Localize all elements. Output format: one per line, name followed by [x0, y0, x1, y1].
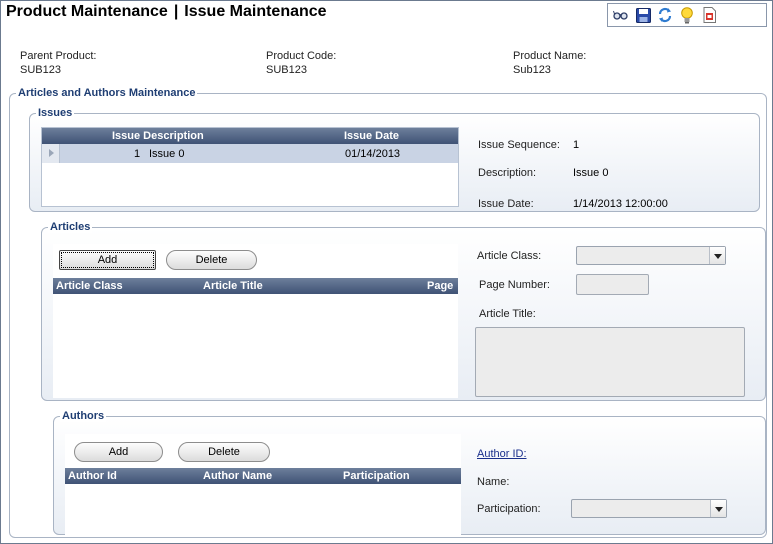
articles-authors-group-title: Articles and Authors Maintenance [16, 87, 198, 99]
col-author-name[interactable]: Author Name [203, 470, 272, 482]
add-author-button[interactable]: Add [74, 442, 163, 462]
save-icon[interactable] [634, 6, 652, 24]
articles-group-title: Articles [48, 221, 93, 233]
issue-description-value: Issue 0 [573, 167, 609, 179]
issues-group-title: Issues [36, 107, 75, 119]
product-name-value: Sub123 [513, 64, 551, 76]
articles-grid-header: Article Class Article Title Page [53, 278, 458, 294]
col-participation[interactable]: Participation [343, 470, 410, 482]
product-name-field: Product Name: Sub123 [513, 50, 586, 76]
issue-row-date: 01/14/2013 [345, 148, 401, 160]
issue-row-description: Issue 0 [149, 148, 185, 160]
glasses-icon[interactable] [612, 6, 630, 24]
issue-date-value: 1/14/2013 12:00:00 [573, 198, 668, 210]
lightbulb-icon[interactable] [678, 6, 696, 24]
author-id-link[interactable]: Author ID: [477, 448, 527, 460]
participation-label: Participation: [477, 503, 541, 515]
page-number-input[interactable] [576, 274, 649, 295]
articles-authors-group: Articles and Authors Maintenance Issues … [9, 87, 767, 538]
issues-grid: Issue Description Issue Date 1 Issue 0 0… [41, 127, 459, 207]
page-title: Product Maintenance | Issue Maintenance [6, 3, 327, 21]
add-article-button[interactable]: Add [59, 250, 156, 270]
title-product-maintenance: Product Maintenance [6, 3, 168, 20]
col-issue-description[interactable]: Issue Description [112, 130, 204, 142]
issue-row-number: 1 [134, 148, 141, 160]
col-issue-date[interactable]: Issue Date [344, 130, 399, 142]
article-class-select[interactable] [576, 246, 726, 265]
col-article-class[interactable]: Article Class [56, 280, 123, 292]
authors-grid: Add Delete Author Id Author Name Partici… [65, 434, 461, 535]
product-code-label: Product Code: [266, 50, 337, 62]
product-code-field: Product Code: SUB123 [266, 50, 336, 76]
article-title-label: Article Title: [479, 308, 536, 320]
page-number-label: Page Number: [479, 279, 550, 291]
table-row[interactable]: 1 Issue 0 01/14/2013 [42, 144, 458, 163]
issues-grid-header: Issue Description Issue Date [42, 128, 458, 144]
product-name-label: Product Name: [513, 50, 587, 62]
authors-group: Authors Add Delete Author Id Author Name… [53, 410, 766, 535]
col-page[interactable]: Page [427, 280, 453, 292]
delete-author-button[interactable]: Delete [178, 442, 270, 462]
articles-grid: Add Delete Article Class Article Title P… [53, 244, 458, 398]
articles-group: Articles Add Delete Article Class Articl… [41, 221, 766, 401]
issue-sequence-label: Issue Sequence: [478, 139, 560, 151]
parent-product-field: Parent Product: SUB123 [20, 50, 96, 76]
author-name-label: Name: [477, 476, 510, 488]
title-issue-maintenance: Issue Maintenance [184, 3, 327, 20]
title-separator: | [173, 3, 179, 20]
row-selector-icon[interactable] [42, 144, 60, 163]
window-frame: Product Maintenance | Issue Maintenance Pa… [0, 0, 773, 544]
chevron-down-icon[interactable] [709, 247, 725, 264]
parent-product-label: Parent Product: [20, 50, 97, 62]
issue-description-label: Description: [478, 167, 537, 179]
toolbar [607, 3, 767, 27]
report-icon[interactable] [700, 6, 718, 24]
parent-product-value: SUB123 [20, 64, 61, 76]
issue-date-label: Issue Date: [478, 198, 534, 210]
issue-sequence-value: 1 [573, 139, 580, 151]
article-title-input[interactable] [475, 327, 745, 397]
issues-group: Issues Issue Description Issue Date 1 Is… [29, 107, 760, 212]
refresh-icon[interactable] [656, 6, 674, 24]
col-author-id[interactable]: Author Id [68, 470, 117, 482]
participation-select[interactable] [571, 499, 727, 518]
product-code-value: SUB123 [266, 64, 307, 76]
authors-group-title: Authors [60, 410, 107, 422]
authors-grid-header: Author Id Author Name Participation [65, 468, 461, 484]
delete-article-button[interactable]: Delete [166, 250, 257, 270]
col-article-title[interactable]: Article Title [203, 280, 263, 292]
chevron-down-icon[interactable] [710, 500, 726, 517]
article-class-label: Article Class: [477, 250, 542, 262]
